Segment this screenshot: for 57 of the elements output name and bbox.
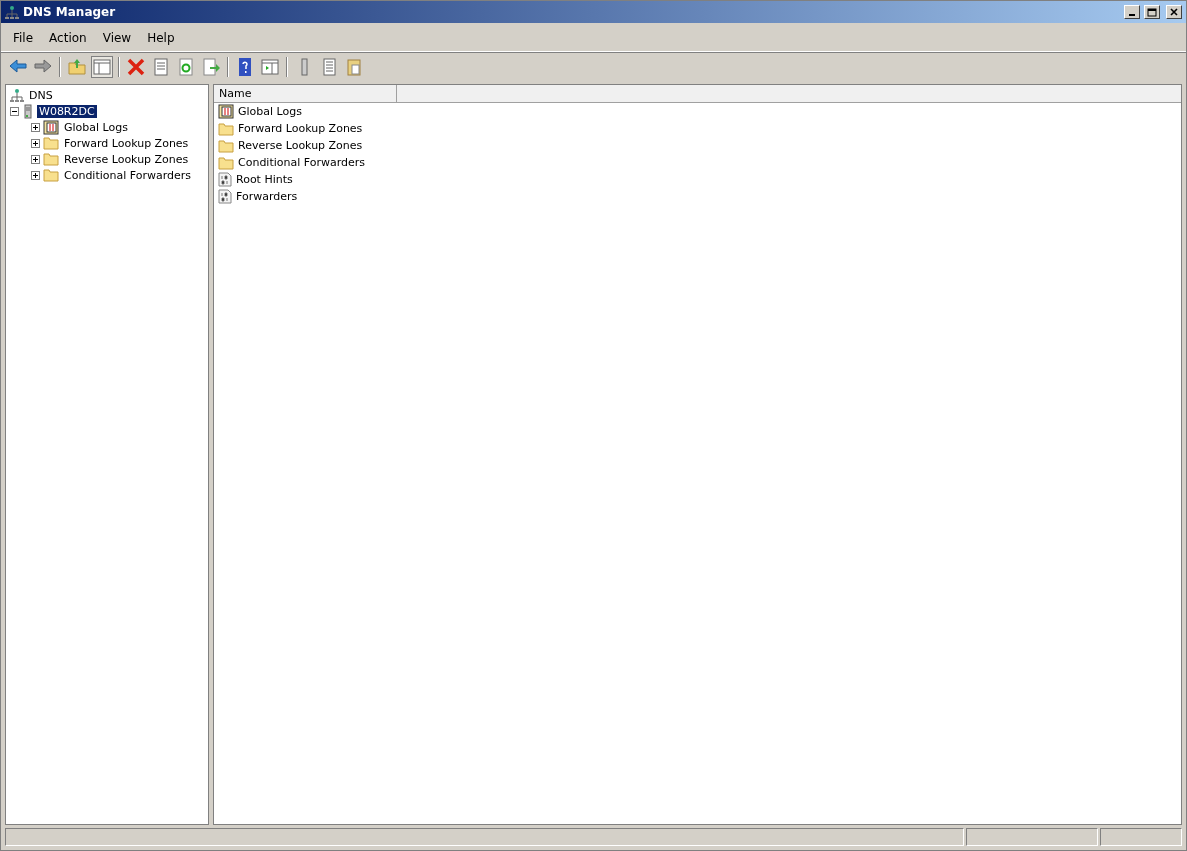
list-item[interactable]: Root Hints — [234, 173, 295, 186]
expand-button[interactable] — [31, 154, 40, 164]
clipboard-icon — [344, 57, 364, 77]
plus-icon — [32, 171, 39, 179]
log-book-icon — [218, 104, 234, 119]
up-folder-icon — [67, 57, 87, 77]
list-item[interactable]: Global Logs — [236, 105, 304, 118]
plus-icon — [32, 155, 39, 163]
tree-item[interactable]: W08R2DC — [37, 104, 97, 118]
column-header[interactable]: Name — [214, 85, 397, 102]
toolbar-button[interactable] — [91, 56, 113, 78]
list-item[interactable]: Forward Lookup Zones — [236, 122, 365, 135]
folder-icon — [43, 136, 59, 150]
tree-item[interactable]: Forward Lookup Zones — [62, 136, 191, 150]
expand-button[interactable] — [31, 122, 40, 132]
binary-file-icon — [218, 172, 232, 187]
plus-icon — [32, 139, 39, 147]
properties-icon — [151, 57, 171, 77]
refresh-icon — [176, 57, 196, 77]
toolbar-button[interactable] — [259, 56, 281, 78]
folder-icon — [218, 155, 234, 170]
expand-button[interactable] — [31, 170, 40, 180]
maximize-button[interactable] — [1144, 5, 1160, 19]
network-icon — [5, 4, 19, 20]
minimize-button[interactable] — [1124, 5, 1140, 19]
toolbar-button[interactable] — [125, 56, 147, 78]
plus-icon — [32, 123, 39, 131]
log-book-icon — [43, 119, 59, 135]
tree-item[interactable]: Reverse Lookup Zones — [62, 152, 191, 166]
menu-item[interactable]: Help — [139, 29, 183, 47]
delete-icon — [126, 57, 146, 77]
maximize-icon — [1147, 7, 1157, 17]
menu-item[interactable]: Action — [41, 29, 95, 47]
list-item[interactable]: Conditional Forwarders — [236, 156, 368, 169]
close-button[interactable] — [1166, 5, 1182, 19]
server-icon — [22, 103, 34, 119]
collapse-button[interactable] — [10, 106, 19, 116]
folder-icon — [218, 121, 234, 136]
folder-icon — [43, 168, 59, 182]
close-icon — [1170, 8, 1178, 16]
toolbar-button[interactable] — [200, 56, 222, 78]
export-icon — [201, 57, 221, 77]
tree-item[interactable]: Global Logs — [62, 120, 130, 134]
tree-item[interactable]: Conditional Forwarders — [62, 168, 194, 182]
list-item[interactable]: Reverse Lookup Zones — [236, 139, 365, 152]
list-item[interactable]: Forwarders — [234, 190, 300, 203]
expand-button[interactable] — [31, 138, 40, 148]
tree-pane-icon — [92, 57, 112, 77]
binary-file-icon — [218, 189, 232, 204]
folder-icon — [43, 152, 59, 166]
folder-icon — [218, 138, 234, 153]
console-icon — [260, 57, 280, 77]
menu-item[interactable]: File — [5, 29, 42, 47]
network-icon — [10, 87, 24, 103]
window-title: DNS Manager — [23, 5, 117, 19]
tree-item[interactable]: DNS — [27, 88, 55, 102]
menu-item[interactable]: View — [94, 29, 140, 47]
